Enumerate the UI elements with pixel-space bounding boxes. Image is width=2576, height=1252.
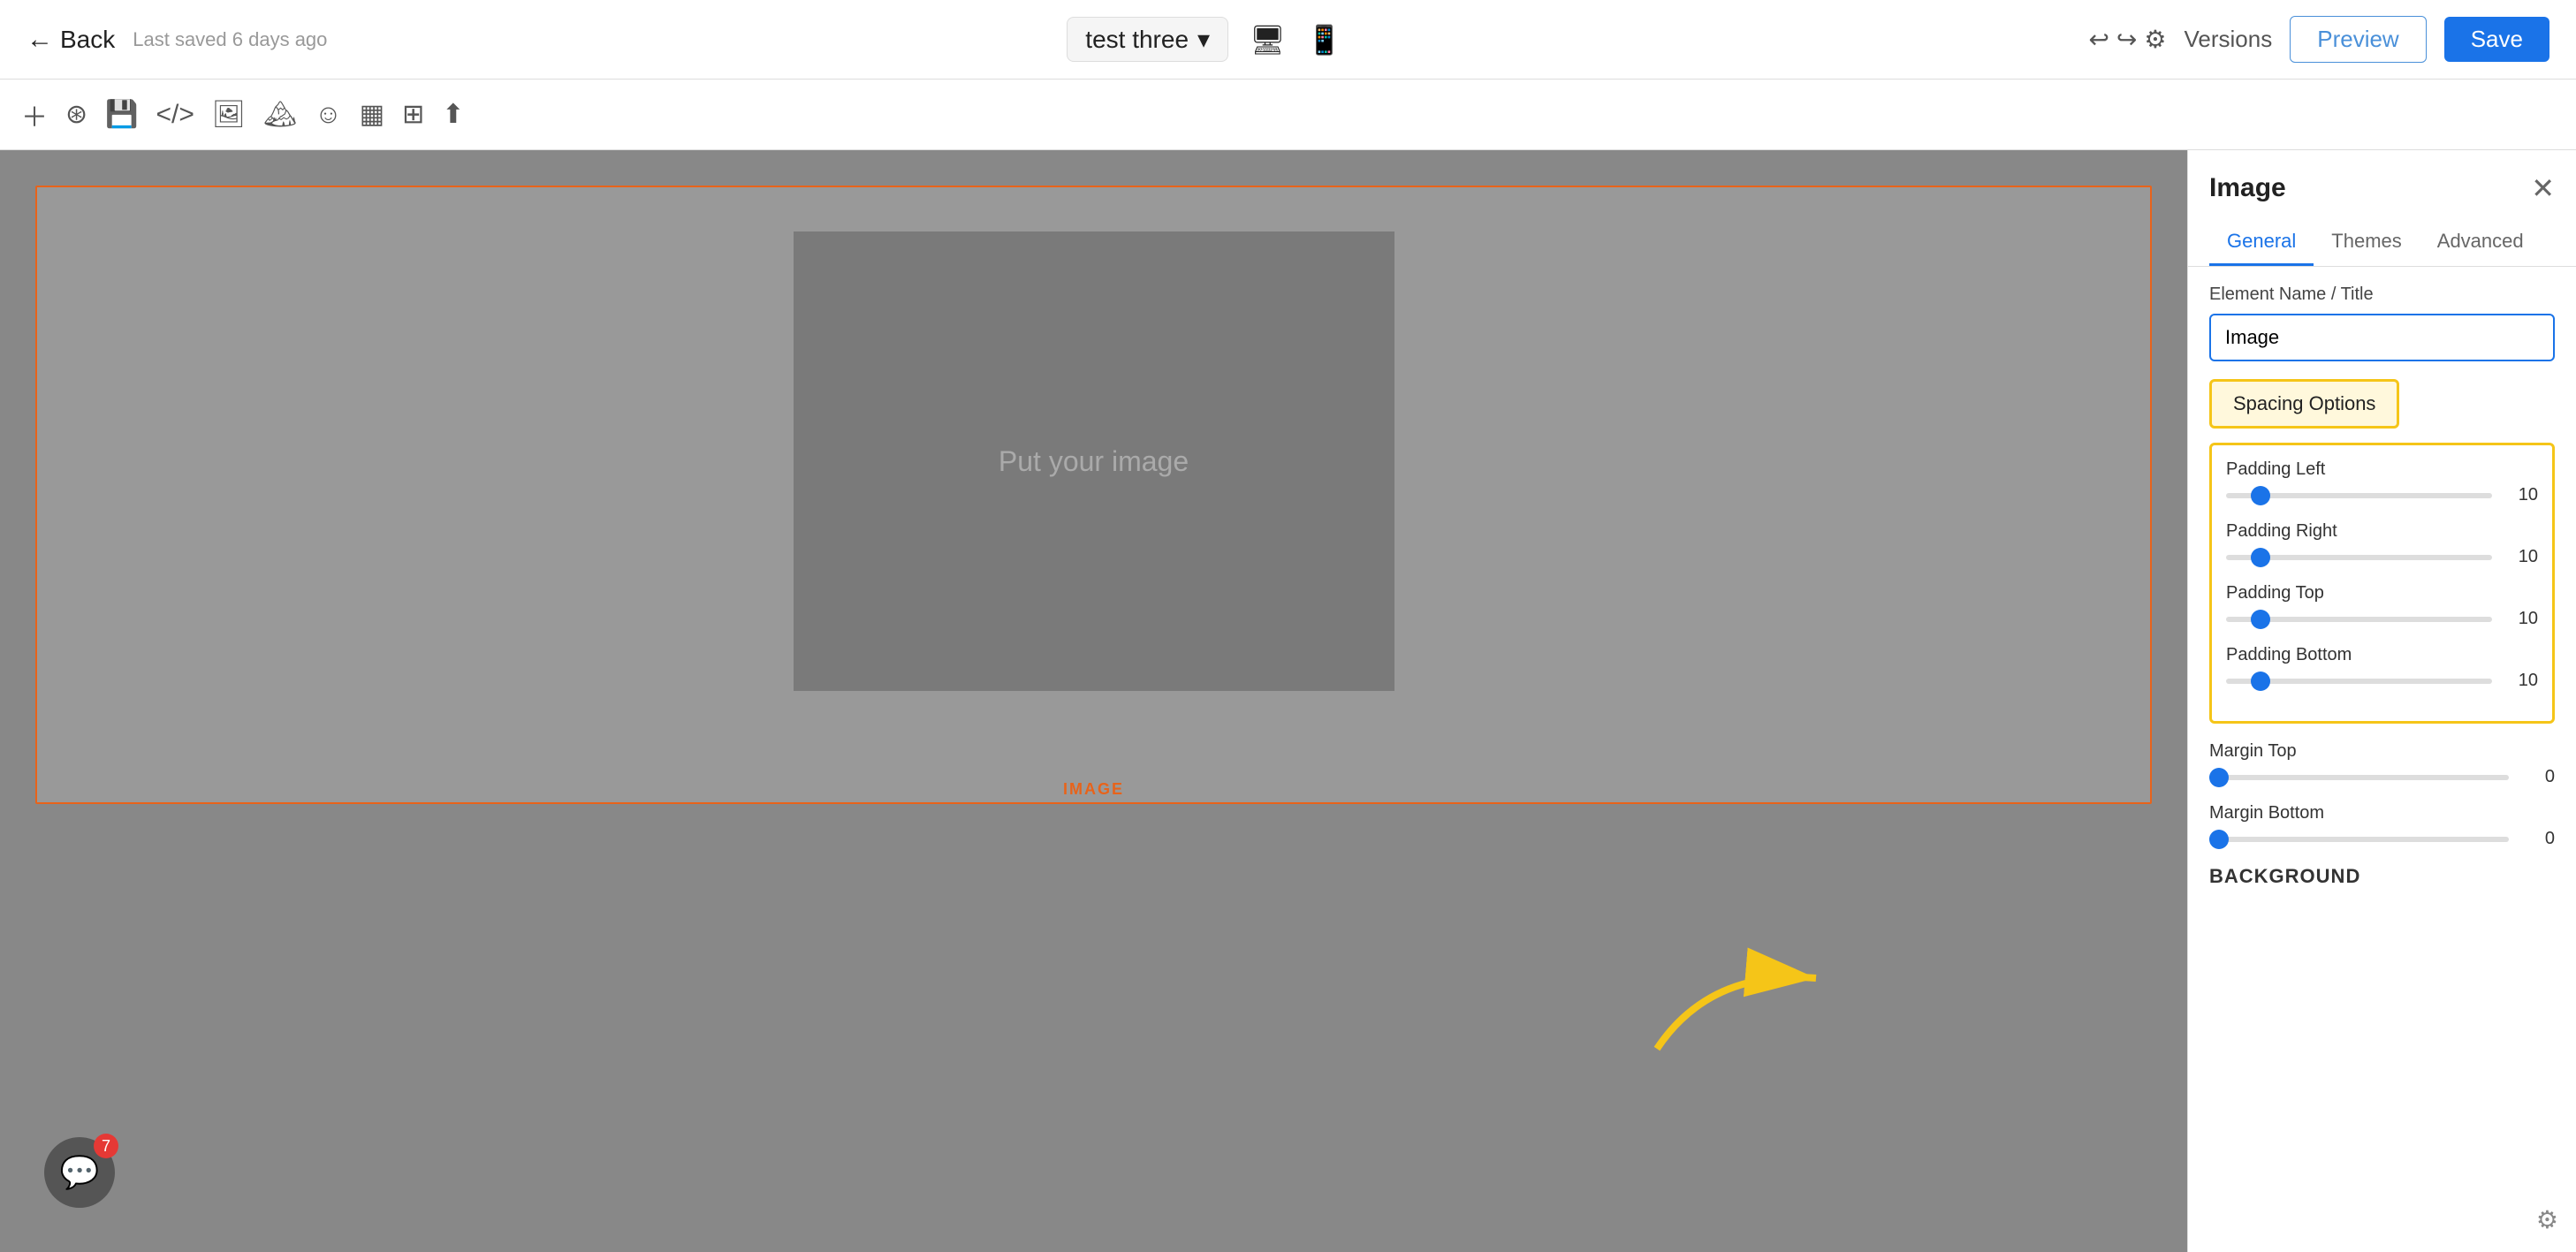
- padding-left-row: 10: [2226, 485, 2538, 505]
- panel-tabs: General Themes Advanced: [2188, 219, 2576, 267]
- spacing-options-box: Padding Left 10 Padding Right 10 Padding…: [2209, 443, 2555, 724]
- project-name-text: test three: [1085, 26, 1189, 54]
- padding-right-label: Padding Right: [2226, 521, 2538, 542]
- padding-top-label: Padding Top: [2226, 583, 2538, 603]
- margin-top-label: Margin Top: [2209, 741, 2555, 762]
- layers-icon[interactable]: ⊛: [65, 99, 87, 130]
- background-section-label: BACKGROUND: [2209, 865, 2555, 888]
- padding-bottom-value: 10: [2503, 671, 2538, 691]
- undo-redo-group: ↩ ↪ ⚙: [2088, 25, 2166, 54]
- padding-bottom-row: 10: [2226, 671, 2538, 691]
- tab-themes[interactable]: Themes: [2314, 219, 2419, 266]
- back-button[interactable]: ← Back: [27, 25, 115, 55]
- chat-icon: 💬: [60, 1154, 100, 1191]
- right-panel: Image ✕ General Themes Advanced Element …: [2187, 150, 2576, 1252]
- canvas-area: Put your image IMAGE: [0, 150, 2187, 1252]
- grid-icon[interactable]: ⊞: [402, 99, 424, 130]
- margin-bottom-value: 0: [2519, 829, 2555, 849]
- element-name-input[interactable]: [2209, 314, 2555, 361]
- padding-top-row: 10: [2226, 609, 2538, 629]
- add-element-icon[interactable]: ＋: [21, 95, 48, 134]
- margin-top-group: Margin Top 0: [2209, 741, 2555, 787]
- back-arrow-icon: ←: [27, 25, 53, 55]
- redo-button[interactable]: ↪: [2116, 25, 2137, 54]
- margin-top-row: 0: [2209, 767, 2555, 787]
- header-center: test three ▾ 🖥 📱: [1067, 16, 1349, 64]
- padding-left-value: 10: [2503, 485, 2538, 505]
- tab-general[interactable]: General: [2209, 219, 2314, 266]
- back-label: Back: [60, 26, 115, 54]
- save-icon[interactable]: 💾: [105, 99, 138, 130]
- panel-settings-icon[interactable]: ⚙: [2536, 1205, 2558, 1234]
- main-layout: Put your image IMAGE Image ✕ General The: [0, 150, 2576, 1252]
- panel-body: Element Name / Title Spacing Options Pad…: [2188, 267, 2576, 913]
- export-icon[interactable]: ⬆: [442, 99, 464, 130]
- chevron-down-icon: ▾: [1197, 25, 1210, 54]
- device-buttons: 🖥 📱: [1242, 16, 1349, 64]
- margin-bottom-row: 0: [2209, 829, 2555, 849]
- tab-advanced[interactable]: Advanced: [2420, 219, 2542, 266]
- image-label: IMAGE: [1063, 780, 1124, 799]
- save-button[interactable]: Save: [2444, 17, 2549, 62]
- canvas-wrapper: Put your image IMAGE: [35, 186, 2152, 804]
- padding-left-slider[interactable]: [2226, 493, 2492, 498]
- settings-toggle-button[interactable]: ⚙: [2144, 25, 2166, 54]
- padding-right-row: 10: [2226, 547, 2538, 567]
- undo-button[interactable]: ↩: [2088, 25, 2109, 54]
- padding-right-slider[interactable]: [2226, 555, 2492, 560]
- padding-left-label: Padding Left: [2226, 459, 2538, 480]
- chat-bubble[interactable]: 💬 7: [44, 1137, 115, 1208]
- template-icon[interactable]: 🖼: [212, 99, 246, 130]
- panel-title: Image: [2209, 173, 2286, 203]
- preview-button[interactable]: Preview: [2290, 16, 2426, 63]
- padding-right-value: 10: [2503, 547, 2538, 567]
- header-right: ↩ ↪ ⚙ Versions Preview Save: [2088, 16, 2549, 63]
- mobile-view-button[interactable]: 📱: [1300, 16, 1349, 64]
- code-icon[interactable]: </>: [156, 100, 194, 130]
- image-placeholder: Put your image: [794, 231, 1394, 691]
- image-placeholder-text: Put your image: [999, 445, 1189, 478]
- padding-left-group: Padding Left 10: [2226, 459, 2538, 505]
- padding-bottom-group: Padding Bottom 10: [2226, 645, 2538, 691]
- chat-badge: 7: [94, 1134, 118, 1158]
- last-saved-text: Last saved 6 days ago: [133, 28, 327, 51]
- toolbar: ＋ ⊛ 💾 </> 🖼 🏔 ☺ ▦ ⊞ ⬆: [0, 80, 2576, 150]
- smiley-icon[interactable]: ☺: [315, 100, 342, 130]
- padding-top-value: 10: [2503, 609, 2538, 629]
- margin-bottom-group: Margin Bottom 0: [2209, 803, 2555, 849]
- margin-top-value: 0: [2519, 767, 2555, 787]
- versions-button[interactable]: Versions: [2185, 26, 2273, 53]
- panel-header: Image ✕: [2188, 150, 2576, 205]
- margin-bottom-label: Margin Bottom: [2209, 803, 2555, 823]
- header-left: ← Back Last saved 6 days ago: [27, 25, 327, 55]
- padding-bottom-label: Padding Bottom: [2226, 645, 2538, 665]
- padding-top-group: Padding Top 10: [2226, 583, 2538, 629]
- element-name-label: Element Name / Title: [2209, 285, 2555, 305]
- image-icon[interactable]: 🏔: [263, 99, 297, 130]
- spacing-options-button[interactable]: Spacing Options: [2209, 379, 2399, 429]
- close-panel-button[interactable]: ✕: [2531, 171, 2555, 205]
- margin-bottom-slider[interactable]: [2209, 837, 2509, 842]
- margin-top-slider[interactable]: [2209, 775, 2509, 780]
- project-name-button[interactable]: test three ▾: [1067, 17, 1228, 62]
- padding-right-group: Padding Right 10: [2226, 521, 2538, 567]
- header: ← Back Last saved 6 days ago test three …: [0, 0, 2576, 80]
- padding-bottom-slider[interactable]: [2226, 679, 2492, 684]
- layout-icon[interactable]: ▦: [360, 99, 384, 130]
- padding-top-slider[interactable]: [2226, 617, 2492, 622]
- desktop-view-button[interactable]: 🖥: [1242, 16, 1293, 64]
- arrow-annotation: [1604, 899, 1851, 1075]
